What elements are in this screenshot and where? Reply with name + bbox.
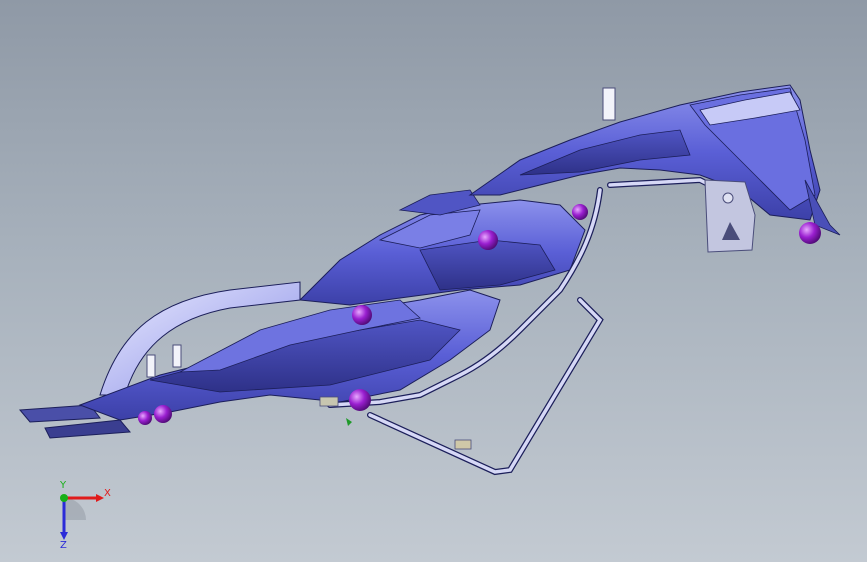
3d-model-canvas[interactable]: [0, 0, 867, 562]
tube-clip[interactable]: [454, 439, 472, 450]
origin-marker: [346, 418, 352, 426]
x-axis-label: X: [104, 488, 111, 499]
orientation-triad: X Y Z: [59, 480, 111, 548]
mounting-bracket[interactable]: [704, 179, 756, 253]
y-axis-label: Y: [59, 480, 67, 491]
3d-viewport[interactable]: X Y Z: [0, 0, 867, 562]
z-axis-label: Z: [60, 540, 67, 548]
tube-clip-2[interactable]: [319, 396, 339, 407]
main-body-middle[interactable]: [298, 189, 586, 306]
